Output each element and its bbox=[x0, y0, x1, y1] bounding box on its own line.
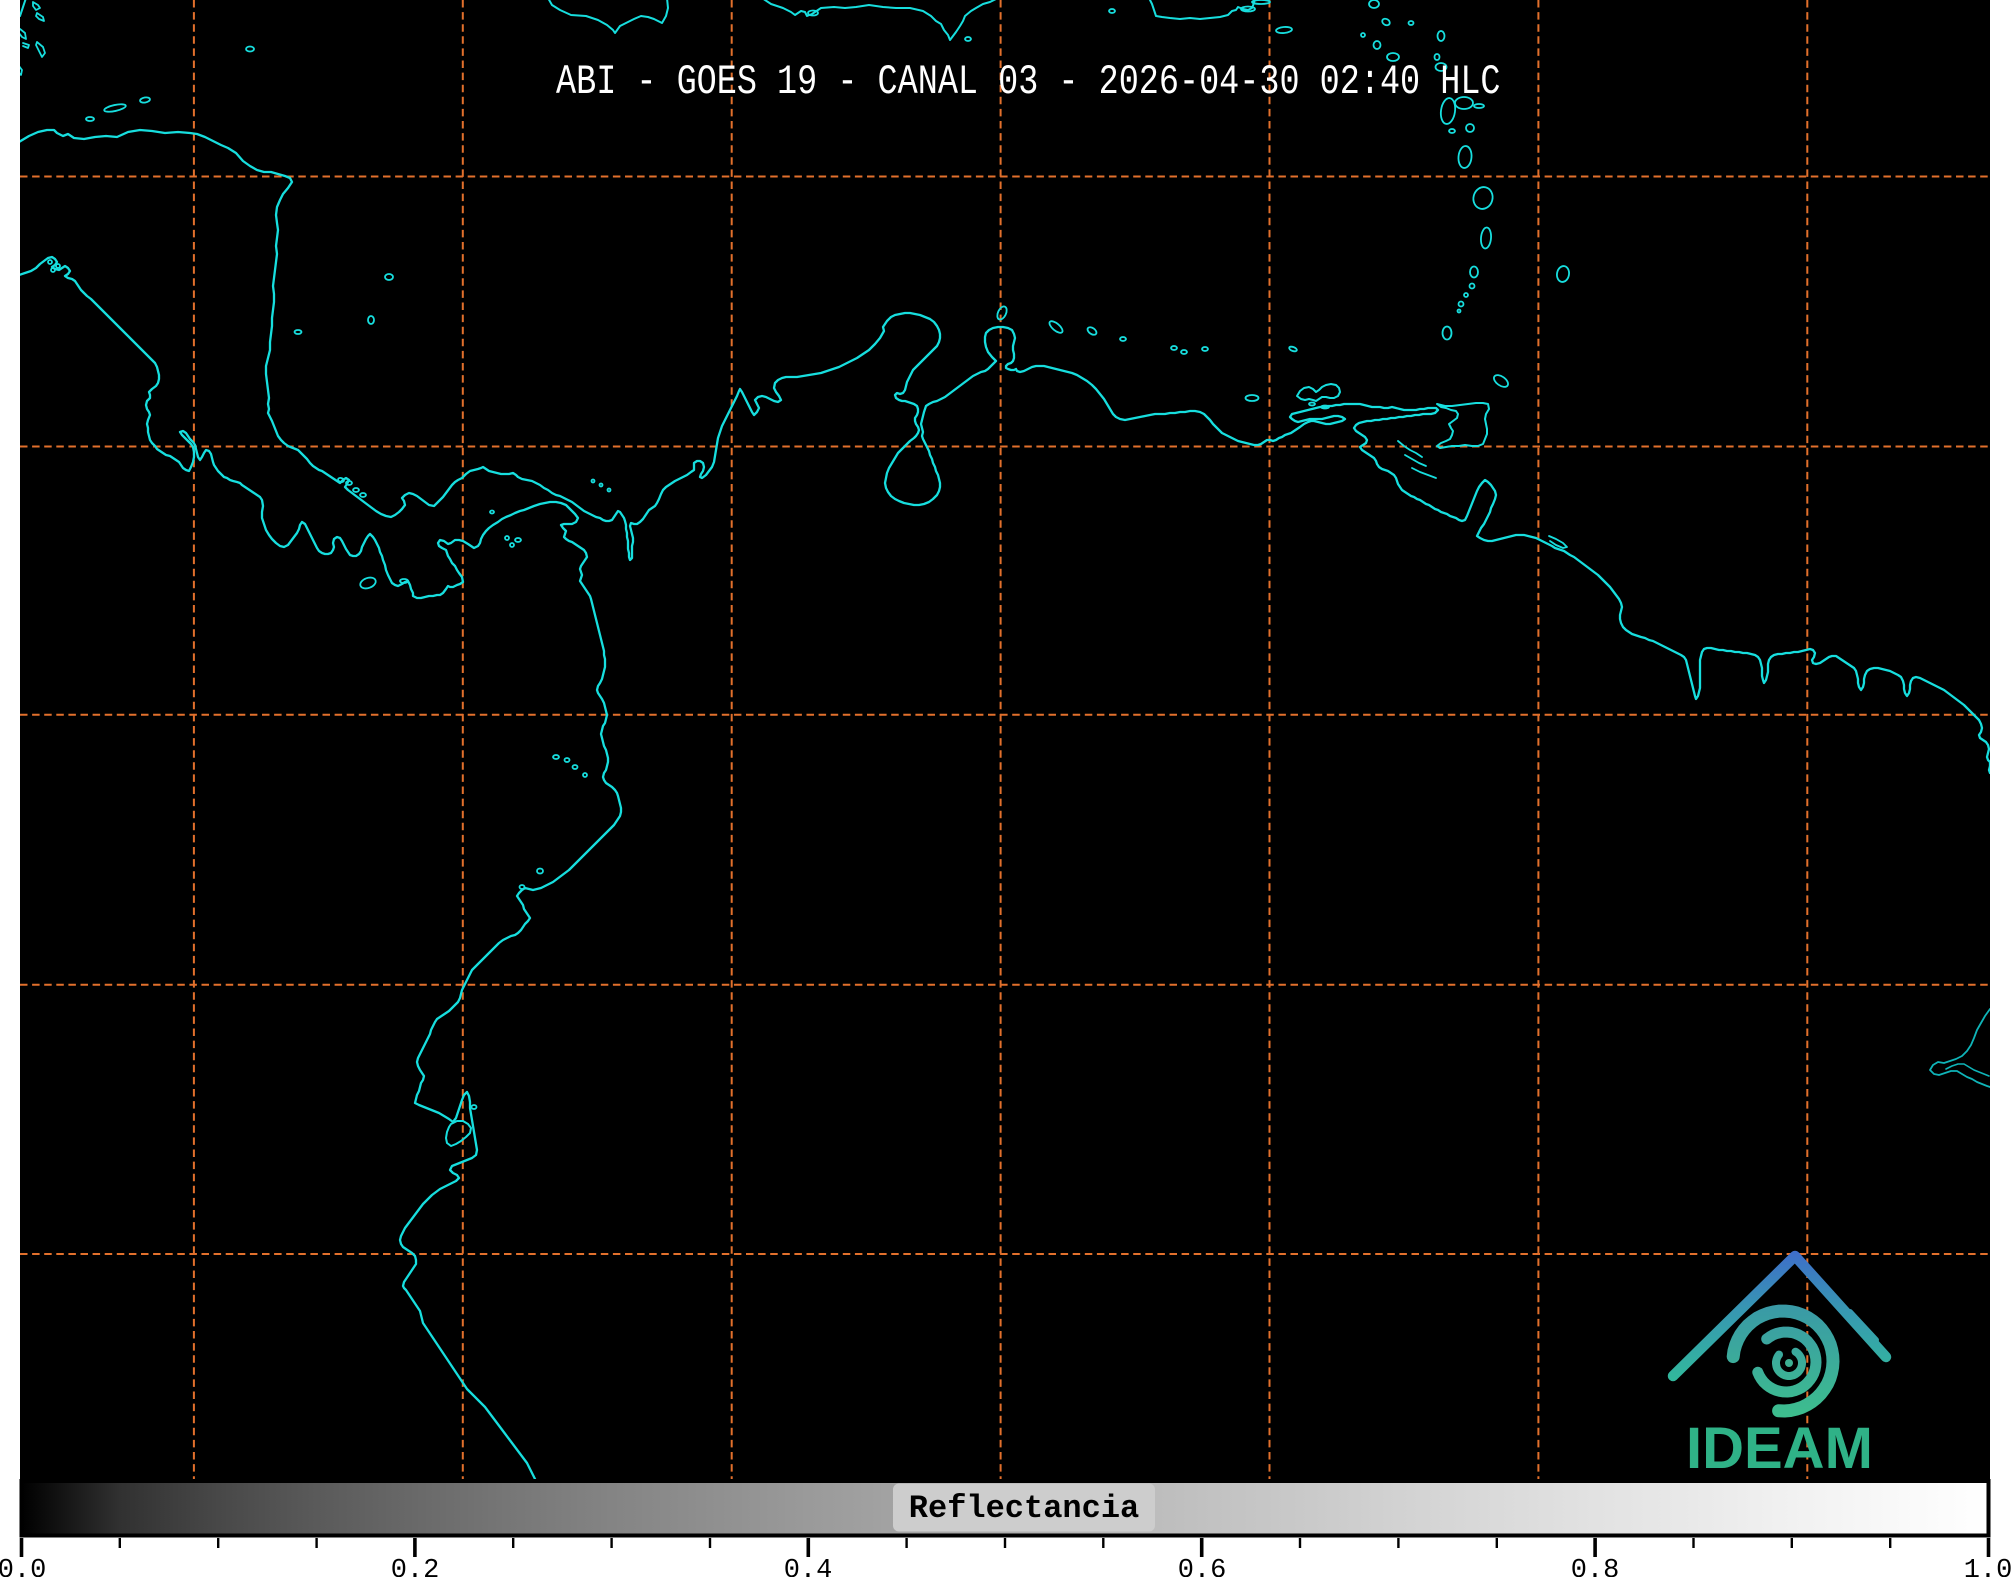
svg-text:0.2: 0.2 bbox=[391, 1556, 440, 1577]
svg-text:ABI - GOES 19 - CANAL 03 - 202: ABI - GOES 19 - CANAL 03 - 2026-04-30 02… bbox=[556, 59, 1501, 106]
svg-text:0.0: 0.0 bbox=[0, 1556, 46, 1577]
svg-text:0.8: 0.8 bbox=[1571, 1556, 1620, 1577]
svg-text:IDEAM: IDEAM bbox=[1686, 1416, 1873, 1481]
svg-text:0.4: 0.4 bbox=[784, 1556, 833, 1577]
svg-text:1.0: 1.0 bbox=[1964, 1556, 2011, 1577]
svg-text:0.6: 0.6 bbox=[1178, 1556, 1227, 1577]
svg-text:Reflectancia: Reflectancia bbox=[909, 1490, 1139, 1527]
